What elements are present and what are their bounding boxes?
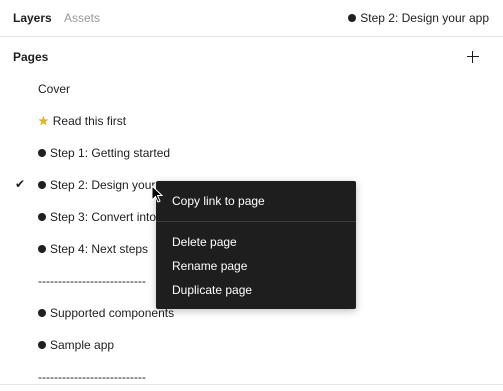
dot-icon	[38, 341, 46, 349]
page-item-label: Step 3: Convert into	[50, 210, 157, 224]
page-dot-icon	[348, 14, 357, 22]
star-icon: ★	[38, 114, 49, 128]
pages-section-title: Pages	[13, 50, 49, 64]
dot-icon	[38, 309, 46, 317]
page-item-divider[interactable]: ---------------------------	[0, 361, 503, 391]
dot-icon	[38, 181, 46, 189]
tab-layers[interactable]: Layers	[13, 10, 52, 26]
page-item-label: Cover	[38, 82, 71, 96]
mouse-pointer-icon	[151, 185, 163, 203]
page-item-label: ---------------------------	[38, 274, 146, 288]
page-item[interactable]: Sample app	[0, 329, 503, 361]
page-item-label: Sample app	[50, 338, 115, 352]
duplicate-page-menu-item[interactable]: Duplicate page	[172, 282, 252, 298]
page-item-label: Read this first	[52, 114, 127, 128]
current-page-label: Step 2: Design your app	[360, 11, 489, 25]
copy-link-menu-item[interactable]: Copy link to page	[172, 193, 265, 209]
panel-header: Layers Assets Step 2: Design your app	[0, 0, 503, 37]
delete-page-menu-item[interactable]: Delete page	[172, 234, 237, 250]
panel-divider	[0, 384, 503, 385]
dot-icon	[38, 213, 46, 221]
rename-page-menu-item[interactable]: Rename page	[172, 258, 247, 274]
plus-icon[interactable]	[465, 49, 481, 65]
page-item[interactable]: Step 1: Getting started	[0, 137, 503, 169]
page-item-label: Step 2: Design your	[50, 178, 156, 192]
dot-icon	[38, 245, 46, 253]
page-item[interactable]: Cover	[0, 73, 503, 105]
page-item-label: Step 4: Next steps	[50, 242, 149, 256]
dot-icon	[38, 149, 46, 157]
layers-panel: Layers Assets Step 2: Design your app Pa…	[0, 0, 503, 391]
tab-assets[interactable]: Assets	[64, 10, 100, 26]
page-context-menu: Copy link to page Delete page Rename pag…	[156, 181, 356, 309]
page-item-label: ---------------------------	[38, 370, 146, 384]
check-icon: ✔	[15, 177, 26, 191]
current-page-selector[interactable]: Step 2: Design your app	[348, 10, 489, 26]
menu-separator	[156, 221, 356, 222]
page-item[interactable]: ★ Read this first	[0, 105, 503, 137]
page-item-label: Step 1: Getting started	[50, 146, 171, 160]
